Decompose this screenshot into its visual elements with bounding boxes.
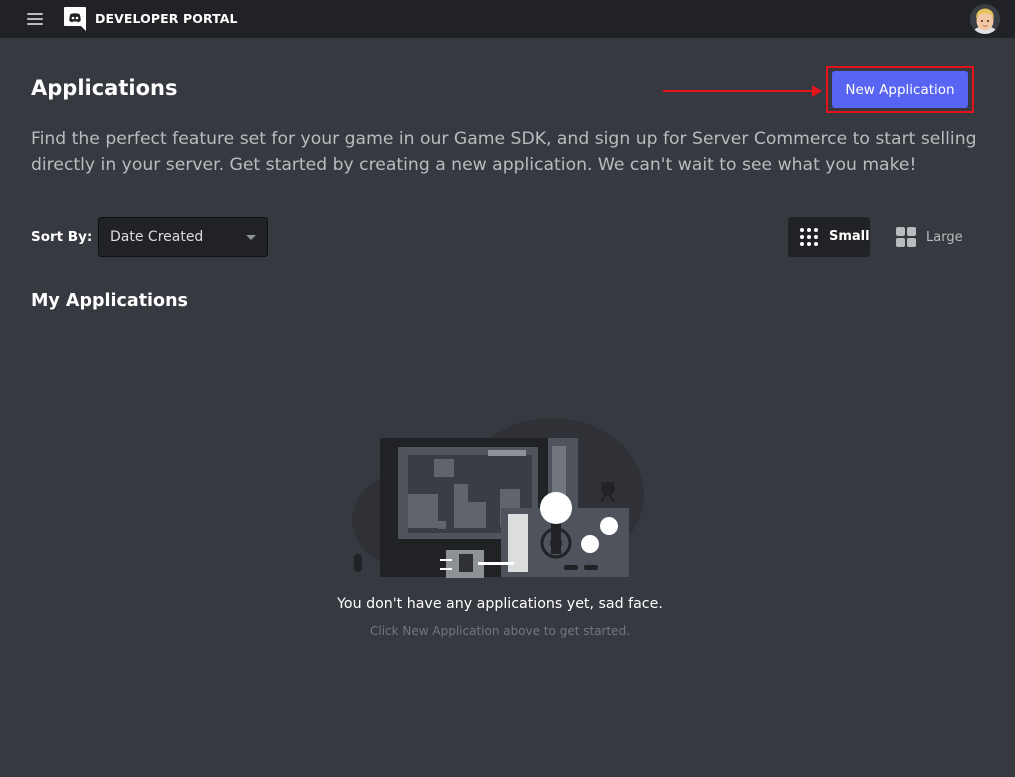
large-grid-icon — [896, 227, 916, 247]
page-title: Applications — [31, 76, 178, 100]
empty-state-title: You don't have any applications yet, sad… — [337, 596, 663, 612]
small-grid-icon — [800, 228, 818, 246]
portal-brand-title[interactable]: DEVELOPER PORTAL — [95, 11, 238, 26]
top-navigation-bar: DEVELOPER PORTAL — [0, 0, 1015, 38]
sort-by-label: Sort By: — [31, 229, 93, 245]
empty-state-arcade-icon — [352, 418, 644, 578]
view-small-toggle[interactable]: Small — [788, 217, 870, 257]
discord-logo-icon[interactable] — [63, 6, 87, 32]
view-small-label: Small — [829, 229, 870, 244]
view-large-toggle[interactable]: Large — [888, 217, 968, 257]
empty-state-subtitle: Click New Application above to get start… — [369, 624, 630, 638]
view-large-label: Large — [926, 230, 963, 245]
sort-by-select[interactable]: Date Created — [98, 217, 268, 257]
annotation-arrow-icon — [663, 85, 822, 97]
hamburger-menu-icon[interactable] — [27, 13, 43, 25]
new-application-button[interactable]: New Application — [832, 71, 968, 108]
my-applications-title: My Applications — [31, 291, 188, 311]
sort-selected-value: Date Created — [110, 229, 204, 245]
page-description: Find the perfect feature set for your ga… — [31, 129, 977, 175]
user-avatar-icon[interactable] — [970, 4, 1000, 34]
chevron-down-icon — [246, 235, 256, 240]
